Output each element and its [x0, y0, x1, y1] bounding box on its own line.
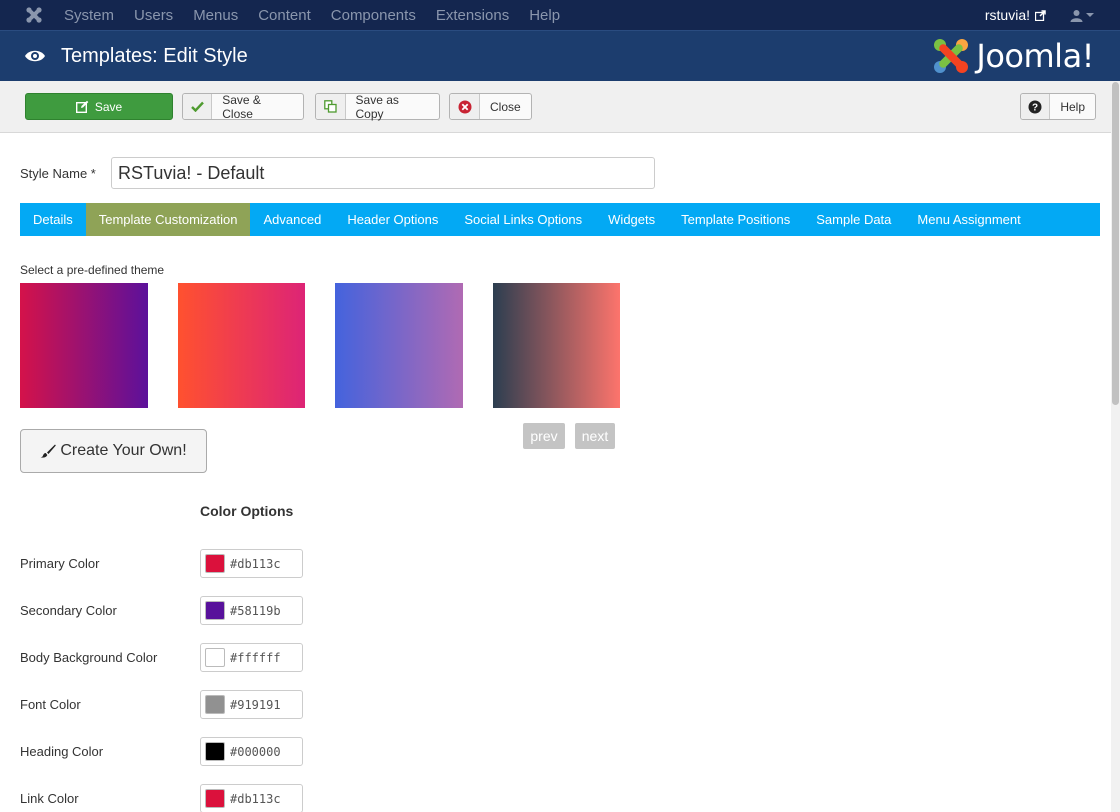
color-row-primary: Primary Color #db113c [20, 549, 303, 578]
save-close-label: Save & Close [222, 92, 261, 121]
theme-swatch-3[interactable] [335, 283, 463, 408]
page-header: Templates: Edit Style Joomla! [0, 30, 1120, 81]
color-row-secondary: Secondary Color #58119b [20, 596, 303, 625]
tab-advanced[interactable]: Advanced [250, 203, 334, 236]
color-value: #db113c [230, 556, 281, 571]
theme-swatch-2[interactable] [178, 283, 305, 408]
save-copy-label: Save as Copy [355, 92, 399, 121]
tab-template-customization[interactable]: Template Customization [85, 203, 251, 236]
eye-icon [24, 48, 46, 64]
menu-users[interactable]: Users [134, 7, 173, 24]
menu-menus[interactable]: Menus [193, 7, 238, 24]
color-row-font: Font Color #919191 [20, 690, 303, 719]
check-icon [183, 94, 213, 119]
site-name: rstuvia! [984, 7, 1030, 23]
color-chip [205, 695, 225, 714]
close-button[interactable]: Close [449, 93, 532, 120]
copy-icon [316, 94, 346, 119]
color-label: Link Color [20, 791, 79, 806]
color-label: Secondary Color [20, 603, 117, 618]
menu-help[interactable]: Help [529, 7, 560, 24]
color-chip [205, 742, 225, 761]
user-menu-icon[interactable] [1070, 9, 1094, 22]
svg-text:?: ? [1032, 102, 1038, 113]
color-label: Primary Color [20, 556, 100, 571]
color-row-heading: Heading Color #000000 [20, 737, 303, 766]
menu-components[interactable]: Components [331, 7, 416, 24]
close-icon [450, 94, 480, 119]
prev-button[interactable]: prev [523, 423, 565, 449]
style-name-input[interactable] [111, 157, 655, 189]
joomla-wordmark: Joomla! [976, 37, 1094, 75]
joomla-logo-icon [934, 39, 969, 73]
color-label: Font Color [20, 697, 81, 712]
save-copy-button[interactable]: Save as Copy [315, 92, 440, 121]
menu-content[interactable]: Content [258, 7, 311, 24]
tab-header-options[interactable]: Header Options [334, 203, 451, 236]
theme-swatch-4[interactable] [493, 283, 620, 408]
joomla-logo: Joomla! [932, 37, 1094, 75]
tab-widgets[interactable]: Widgets [595, 203, 668, 236]
joomla-menu-icon[interactable] [20, 6, 48, 24]
tab-details[interactable]: Details [20, 203, 86, 236]
color-value: #ffffff [230, 650, 281, 665]
tab-bar: Details Template Customization Advanced … [20, 203, 1100, 236]
color-picker-input[interactable]: #ffffff [200, 643, 303, 672]
style-name-row: Style Name * [20, 157, 655, 189]
style-name-label: Style Name * [20, 165, 96, 181]
color-chip [205, 789, 225, 808]
color-picker-input[interactable]: #db113c [200, 784, 303, 812]
color-picker-input[interactable]: #919191 [200, 690, 303, 719]
menu-extensions[interactable]: Extensions [436, 7, 509, 24]
external-link-icon [1035, 9, 1046, 21]
close-label: Close [490, 99, 521, 114]
color-chip [205, 554, 225, 573]
theme-swatch-1[interactable] [20, 283, 148, 408]
color-value: #000000 [230, 744, 281, 759]
edit-icon [75, 94, 89, 119]
color-chip [205, 648, 225, 667]
tab-menu-assignment[interactable]: Menu Assignment [904, 203, 1033, 236]
create-your-own-button[interactable]: Create Your Own! [20, 429, 207, 473]
tab-sample-data[interactable]: Sample Data [803, 203, 904, 236]
color-row-link: Link Color #db113c [20, 784, 303, 812]
color-picker-input[interactable]: #db113c [200, 549, 303, 578]
toolbar: Save Save & Close Save as Copy Close ? H… [0, 81, 1120, 133]
color-options-heading: Color Options [200, 503, 294, 519]
save-label: Save [94, 99, 123, 114]
color-label: Heading Color [20, 744, 104, 759]
theme-select-label: Select a pre-defined theme [20, 263, 165, 277]
next-button[interactable]: next [575, 423, 615, 449]
brush-icon [40, 444, 57, 458]
help-icon: ? [1021, 94, 1051, 119]
color-value: #919191 [230, 697, 281, 712]
top-menu: System Users Menus Content Components Ex… [64, 7, 580, 24]
scrollbar-thumb[interactable] [1112, 82, 1119, 405]
scrollbar[interactable] [1111, 82, 1120, 812]
color-value: #58119b [230, 603, 281, 618]
help-label: Help [1060, 99, 1085, 114]
save-button[interactable]: Save [25, 93, 173, 120]
tab-social-links-options[interactable]: Social Links Options [451, 203, 595, 236]
page-title: Templates: Edit Style [61, 44, 248, 67]
save-close-button[interactable]: Save & Close [182, 92, 304, 121]
color-picker-input[interactable]: #58119b [200, 596, 303, 625]
site-link[interactable]: rstuvia! [985, 7, 1046, 23]
tab-template-positions[interactable]: Template Positions [668, 203, 803, 236]
color-chip [205, 601, 225, 620]
top-nav-bar: System Users Menus Content Components Ex… [0, 0, 1120, 30]
menu-system[interactable]: System [64, 7, 114, 24]
color-label: Body Background Color [20, 650, 158, 665]
create-your-own-label: Create Your Own! [60, 442, 187, 459]
color-picker-input[interactable]: #000000 [200, 737, 303, 766]
help-button[interactable]: ? Help [1020, 93, 1096, 120]
color-value: #db113c [230, 791, 281, 806]
color-row-body-background: Body Background Color #ffffff [20, 643, 303, 672]
